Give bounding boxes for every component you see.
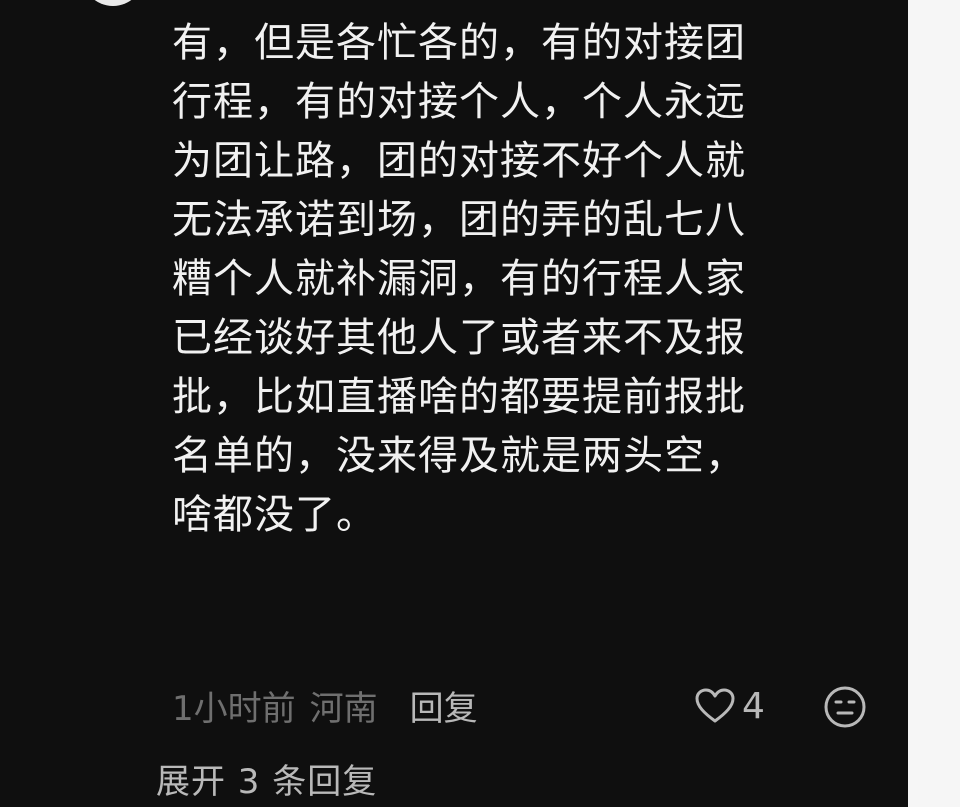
comment-line: 有，但是各忙各的，有的对接团 (172, 20, 746, 66)
right-margin (908, 0, 960, 807)
avatar[interactable] (82, 0, 144, 6)
comment-location: 河南 (309, 688, 378, 729)
comment-line: 已经谈好其他人了或者来不及报 (172, 315, 746, 361)
dislike-face-icon[interactable] (822, 684, 868, 730)
reply-button[interactable]: 回复 (410, 681, 478, 730)
expand-replies-button[interactable]: 展开 3 条回复 (156, 754, 377, 803)
comment-line: 名单的，没来得及就是两头空， (172, 433, 746, 479)
comment-line: 批，比如直播啥的都要提前报批 (172, 374, 746, 420)
comment-time: 1小时前 (172, 688, 296, 729)
comment-text: 有，但是各忙各的，有的对接团 行程，有的对接个人，个人永远 为团让路，团的对接不… (172, 14, 852, 545)
comment-meta: 1小时前 河南 回复 (172, 680, 478, 730)
comment-line: 糟个人就补漏洞，有的行程人家 (172, 256, 746, 302)
comment-line: 行程，有的对接个人，个人永远 (172, 79, 746, 125)
comment-line: 啥都没了。 (172, 492, 377, 538)
like-count: 4 (742, 685, 765, 727)
like-button[interactable]: 4 (694, 682, 765, 730)
comment-line: 无法承诺到场，团的弄的乱七八 (172, 197, 746, 243)
heart-outline-icon[interactable] (694, 687, 736, 725)
comment-line: 为团让路，团的对接不好个人就 (172, 138, 746, 184)
comment-screen: 有，但是各忙各的，有的对接团 行程，有的对接个人，个人永远 为团让路，团的对接不… (0, 0, 908, 807)
